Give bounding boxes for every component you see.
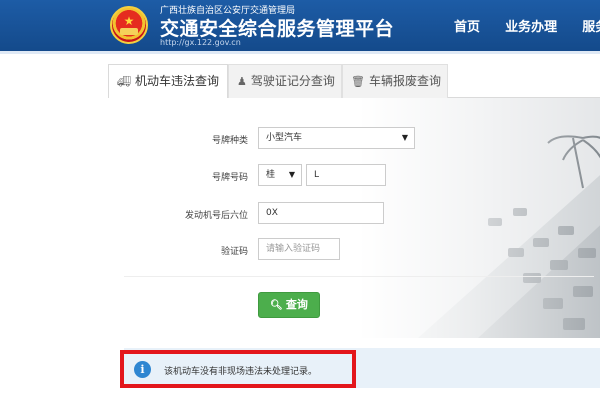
plate-type-select[interactable]: 小型汽车 ▼ (258, 127, 415, 149)
engine-number-input[interactable]: 0X (258, 202, 384, 224)
nav-item-service[interactable]: 服务 (582, 16, 600, 35)
info-icon: i (134, 361, 151, 378)
police-emblem-icon: ★ (110, 6, 148, 44)
search-icon: 🔍︎ (270, 300, 283, 311)
plate-number-input[interactable]: L (306, 164, 386, 186)
tab-vehicle-violation[interactable]: 🚚︎ 机动车违法查询 (108, 64, 228, 99)
site-url: http://gx.122.gov.cn (160, 38, 241, 47)
captcha-label: 验证码 (220, 247, 248, 257)
tab-license-points[interactable]: ♟ 驾驶证记分查询 (228, 64, 342, 98)
nav-item-home[interactable]: 首页 (454, 16, 480, 35)
main-nav: 首页 业务办理 服务 (454, 16, 600, 36)
plate-type-value: 小型汽车 (266, 133, 303, 143)
result-message: 该机动车没有非现场违法未处理记录。 (164, 367, 318, 377)
captcha-input[interactable]: 请输入验证码 (258, 238, 340, 260)
emblem-base (120, 28, 138, 35)
tab-label: 车辆报废查询 (368, 74, 441, 88)
query-button[interactable]: 🔍︎ 查询 (258, 292, 320, 318)
site-title[interactable]: 交通安全综合服务管理平台 (160, 14, 394, 41)
page: ★ 广西壮族自治区公安厅交通管理局 交通安全综合服务管理平台 http://gx… (0, 0, 600, 400)
trash-icon: 🗑︎ (351, 75, 365, 88)
form-divider (124, 276, 594, 277)
site-header: ★ 广西壮族自治区公安厅交通管理局 交通安全综合服务管理平台 http://gx… (0, 0, 600, 54)
plate-type-label: 号牌种类 (211, 136, 248, 146)
chevron-down-icon: ▼ (401, 133, 408, 142)
tab-label: 驾驶证记分查询 (250, 74, 335, 88)
chevron-down-icon: ▼ (288, 170, 295, 179)
star-icon: ★ (123, 14, 135, 28)
plate-province-select[interactable]: 桂 ▼ (258, 164, 302, 186)
tab-vehicle-scrap[interactable]: 🗑︎ 车辆报废查询 (342, 64, 448, 98)
nav-item-business[interactable]: 业务办理 (505, 16, 557, 35)
query-button-label: 查询 (285, 298, 308, 311)
plate-province-value: 桂 (266, 170, 276, 180)
engine-number-label: 发动机号后六位 (184, 211, 248, 221)
plate-number-label: 号牌号码 (211, 173, 248, 183)
truck-icon: 🚚︎ (117, 75, 131, 88)
query-tabs: 🚚︎ 机动车违法查询 ♟ 驾驶证记分查询 🗑︎ 车辆报废查询 (108, 64, 600, 99)
person-icon: ♟ (237, 75, 247, 88)
tab-label: 机动车违法查询 (134, 74, 219, 88)
